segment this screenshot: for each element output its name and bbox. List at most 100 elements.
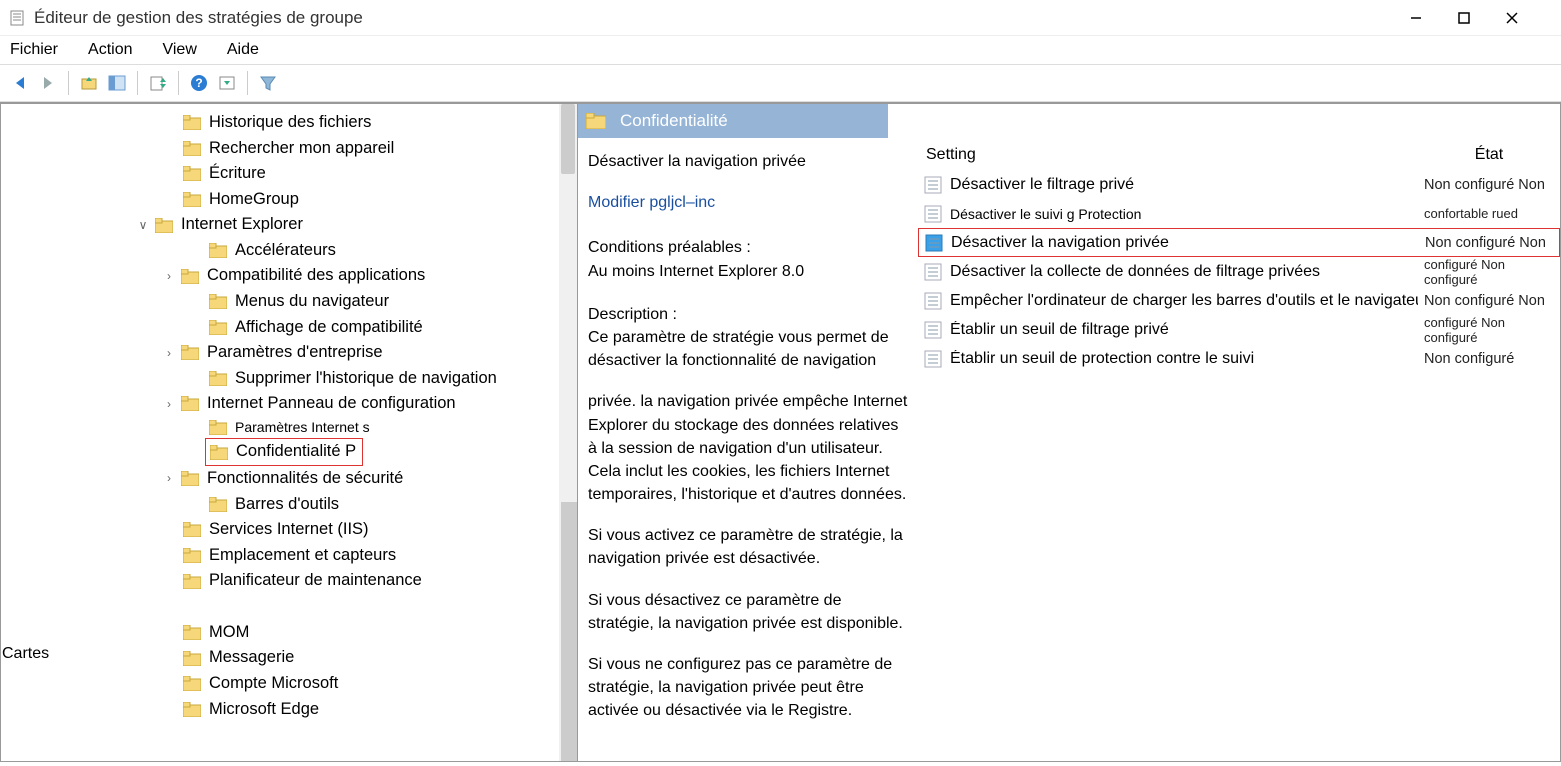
tree-item-label: Messagerie xyxy=(209,645,294,671)
tree-item[interactable]: Affichage de compatibilité xyxy=(1,315,577,341)
tree-item[interactable]: HomeGroup xyxy=(1,187,577,213)
forward-button[interactable] xyxy=(36,71,60,95)
folder-icon xyxy=(183,192,201,207)
separator xyxy=(68,71,69,95)
tree-item[interactable]: Services Internet (IIS) xyxy=(1,517,577,543)
tree-item[interactable]: › Fonctionnalités de sécurité xyxy=(1,466,577,492)
setting-row[interactable]: Désactiver la navigation privéeNon confi… xyxy=(918,228,1560,257)
properties-button[interactable] xyxy=(105,71,129,95)
folder-icon xyxy=(209,420,227,435)
settings-list-column: Setting État Désactiver le filtrage priv… xyxy=(918,138,1560,723)
folder-icon xyxy=(586,113,606,129)
folder-icon xyxy=(183,141,201,156)
setting-row[interactable]: Désactiver la collecte de données de fil… xyxy=(918,257,1560,286)
tree-item[interactable]: Planificateur de maintenance xyxy=(1,568,577,594)
tree-item-label: Microsoft Edge xyxy=(209,697,319,723)
setting-row[interactable]: Établir un seuil de filtrage privéconfig… xyxy=(918,315,1560,344)
expand-icon[interactable]: › xyxy=(161,344,177,363)
tree-item-label: Fonctionnalités de sécurité xyxy=(207,466,403,492)
setting-row[interactable]: Empêcher l'ordinateur de charger les bar… xyxy=(918,286,1560,315)
folder-icon xyxy=(183,676,201,691)
tree-item[interactable]: ›Compatibilité des applications xyxy=(1,263,577,289)
content-area: Historique des fichiersRechercher mon ap… xyxy=(0,102,1561,762)
export-button[interactable] xyxy=(146,71,170,95)
up-folder-button[interactable] xyxy=(77,71,101,95)
menu-fichier[interactable]: Fichier xyxy=(10,41,58,59)
tree-item[interactable]: Messagerie xyxy=(1,645,577,671)
settings-rows: Désactiver le filtrage privé Non configur… xyxy=(918,170,1560,373)
filter-button[interactable] xyxy=(256,71,280,95)
separator xyxy=(247,71,248,95)
tree[interactable]: Historique des fichiersRechercher mon ap… xyxy=(1,104,577,728)
tree-item[interactable]: Menus du navigateur xyxy=(1,289,577,315)
column-header-state[interactable]: État xyxy=(1418,146,1560,164)
expand-icon[interactable]: › xyxy=(161,469,177,488)
back-button[interactable] xyxy=(8,71,32,95)
expand-icon[interactable]: › xyxy=(161,267,177,286)
tree-item[interactable]: ›Internet Panneau de configuration xyxy=(1,391,577,417)
tree-item[interactable]: Écriture xyxy=(1,161,577,187)
help-button[interactable]: ? xyxy=(187,71,211,95)
edit-policy-link[interactable]: Modifier pgljcl–inc xyxy=(588,191,910,214)
tree-item[interactable]: ∨Internet Explorer xyxy=(1,212,577,238)
menu-view[interactable]: View xyxy=(162,41,196,59)
prereq-label: Conditions préalables : xyxy=(588,236,910,259)
tree-item[interactable]: Historique des fichiers xyxy=(1,110,577,136)
tree-item[interactable]: Paramètres Internet s xyxy=(1,417,577,439)
menu-aide[interactable]: Aide xyxy=(227,41,259,59)
scroll-thumb[interactable] xyxy=(561,104,575,174)
tree-item-label: Planificateur de maintenance xyxy=(209,568,422,594)
expand-icon[interactable]: › xyxy=(161,395,177,414)
setting-label: Désactiver le filtrage privé xyxy=(950,176,1134,194)
folder-icon xyxy=(209,294,227,309)
column-header-setting[interactable]: Setting xyxy=(918,146,1418,164)
maximize-button[interactable] xyxy=(1457,11,1505,25)
close-button[interactable] xyxy=(1505,11,1553,25)
show-button[interactable] xyxy=(215,71,239,95)
setting-row[interactable]: Établir un seuil de protection contre le… xyxy=(918,344,1560,373)
folder-icon xyxy=(181,396,199,411)
tree-item-label: Accélérateurs xyxy=(235,238,336,264)
app-icon xyxy=(8,9,26,27)
tree-item[interactable]: Accélérateurs xyxy=(1,238,577,264)
setting-label: Désactiver la navigation privée xyxy=(951,234,1169,252)
tree-item-label: Affichage de compatibilité xyxy=(235,315,423,341)
menu-action[interactable]: Action xyxy=(88,41,132,59)
tree-item[interactable]: Compte Microsoft xyxy=(1,671,577,697)
tree-item[interactable]: ›Paramètres d'entreprise xyxy=(1,340,577,366)
tree-item[interactable]: Barres d'outils xyxy=(1,492,577,518)
folder-icon xyxy=(183,166,201,181)
setting-label: Désactiver la collecte de données de fil… xyxy=(950,263,1320,281)
desc-text: Ce paramètre de stratégie vous permet de… xyxy=(588,326,910,372)
setting-row[interactable]: Désactiver le filtrage privéNon configur… xyxy=(918,170,1560,199)
desc-text: privée. la navigation privée empêche Int… xyxy=(588,390,910,506)
tree-item[interactable]: Confidentialité P xyxy=(1,438,577,466)
setting-state: Non configuré xyxy=(1418,351,1560,367)
setting-icon xyxy=(924,350,942,368)
setting-icon xyxy=(925,234,943,252)
tree-item-label: HomeGroup xyxy=(209,187,299,213)
folder-icon xyxy=(209,497,227,512)
category-header: Confidentialité xyxy=(578,104,888,138)
prereq-value: Au moins Internet Explorer 8.0 xyxy=(588,260,910,283)
expand-icon[interactable]: ∨ xyxy=(135,216,151,235)
splitter-scroll[interactable] xyxy=(561,502,578,762)
tree-item[interactable]: Supprimer l'historique de navigation xyxy=(1,366,577,392)
tree-item[interactable]: Rechercher mon appareil xyxy=(1,136,577,162)
desc-text: Si vous ne configurez pas ce paramètre d… xyxy=(588,653,910,723)
folder-icon xyxy=(183,522,201,537)
tree-item[interactable]: Emplacement et capteurs xyxy=(1,543,577,569)
tree-item[interactable]: Microsoft Edge xyxy=(1,697,577,723)
folder-icon xyxy=(183,651,201,666)
tree-item-label: Menus du navigateur xyxy=(235,289,389,315)
tree-item[interactable]: MOM xyxy=(1,620,577,646)
tree-item-label: Paramètres Internet s xyxy=(235,417,370,439)
minimize-button[interactable] xyxy=(1409,11,1457,25)
folder-icon xyxy=(209,320,227,335)
list-headers[interactable]: Setting État xyxy=(918,146,1560,170)
description-column: Désactiver la navigation privée Modifier… xyxy=(578,138,918,723)
folder-icon xyxy=(210,445,228,460)
tree-item-label: Écriture xyxy=(209,161,266,187)
setting-icon xyxy=(924,176,942,194)
setting-row[interactable]: Désactiver le suivi g Protectionconforta… xyxy=(918,199,1560,228)
